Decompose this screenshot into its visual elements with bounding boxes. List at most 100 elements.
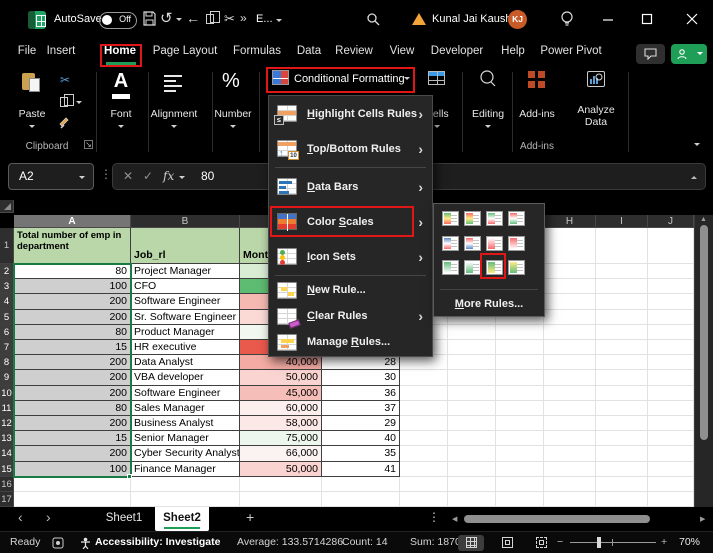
cell[interactable] bbox=[648, 416, 694, 431]
cell-d15[interactable]: 41 bbox=[322, 462, 400, 477]
hscroll-right-icon[interactable]: ▶ bbox=[700, 515, 705, 523]
cell[interactable] bbox=[648, 492, 694, 507]
maximize-button[interactable] bbox=[641, 12, 653, 30]
cell[interactable] bbox=[400, 477, 448, 492]
menu-item-data-bars[interactable]: Data Bars› bbox=[269, 169, 432, 204]
cell-a3[interactable]: 100 bbox=[14, 279, 131, 294]
more-rules-item[interactable]: More Rules... bbox=[434, 298, 544, 310]
save-icon[interactable] bbox=[142, 11, 156, 31]
color-scale-swatch-red-yellow-green[interactable] bbox=[464, 211, 481, 226]
cell-a9[interactable]: 200 bbox=[14, 370, 131, 385]
menu-item-manage-rules[interactable]: Manage Rules... bbox=[269, 329, 432, 355]
cell[interactable] bbox=[400, 401, 448, 416]
cell-b14[interactable]: Cyber Security Analyst bbox=[131, 446, 240, 461]
copy-button[interactable] bbox=[60, 97, 68, 107]
select-all-corner[interactable] bbox=[0, 200, 14, 213]
row-header-4[interactable]: 4 bbox=[0, 294, 14, 309]
color-scale-swatch-white-green[interactable] bbox=[464, 260, 481, 275]
cell[interactable] bbox=[496, 340, 544, 355]
cell[interactable] bbox=[596, 325, 648, 340]
cell[interactable] bbox=[496, 325, 544, 340]
fx-icon[interactable]: fx bbox=[163, 169, 174, 183]
format-painter-button[interactable] bbox=[58, 116, 72, 135]
cell-c8[interactable]: 40,000 bbox=[240, 355, 322, 370]
row-header-9[interactable]: 9 bbox=[0, 370, 14, 385]
cell[interactable] bbox=[648, 386, 694, 401]
cell[interactable] bbox=[648, 228, 694, 264]
row-header-16[interactable]: 16 bbox=[0, 477, 14, 492]
cell[interactable] bbox=[596, 279, 648, 294]
zoom-level[interactable]: 70% bbox=[679, 536, 700, 548]
share-button[interactable] bbox=[671, 44, 707, 64]
cell[interactable] bbox=[496, 401, 544, 416]
cell[interactable] bbox=[496, 462, 544, 477]
cell[interactable] bbox=[131, 477, 240, 492]
cell[interactable] bbox=[596, 264, 648, 279]
warning-icon[interactable] bbox=[412, 13, 426, 25]
row-header-14[interactable]: 14 bbox=[0, 446, 14, 461]
color-scale-swatch-red-white[interactable] bbox=[508, 236, 525, 251]
cell[interactable] bbox=[400, 492, 448, 507]
cell-a13[interactable]: 15 bbox=[14, 431, 131, 446]
cell-a11[interactable]: 80 bbox=[14, 401, 131, 416]
cell[interactable] bbox=[448, 370, 496, 385]
normal-view-button[interactable] bbox=[458, 535, 484, 551]
row-header-2[interactable]: 2 bbox=[0, 264, 14, 279]
color-scale-swatch-red-white-blue[interactable] bbox=[464, 236, 481, 251]
menu-item-color-scales[interactable]: Color Scales› bbox=[269, 204, 432, 239]
cell[interactable] bbox=[648, 462, 694, 477]
undo-caret-icon[interactable] bbox=[176, 18, 182, 24]
cell[interactable] bbox=[14, 477, 131, 492]
cell[interactable] bbox=[322, 492, 400, 507]
cell-a12[interactable]: 200 bbox=[14, 416, 131, 431]
cell[interactable] bbox=[544, 401, 596, 416]
color-scale-swatch-yellow-green[interactable] bbox=[508, 260, 525, 275]
cell[interactable] bbox=[544, 446, 596, 461]
cell-b6[interactable]: Product Manager bbox=[131, 325, 240, 340]
page-layout-view-button[interactable] bbox=[494, 535, 520, 551]
page-break-view-button[interactable] bbox=[528, 535, 554, 551]
cell[interactable] bbox=[448, 431, 496, 446]
cell-b5[interactable]: Sr. Software Engineer bbox=[131, 310, 240, 325]
cell[interactable] bbox=[400, 431, 448, 446]
cell-a2[interactable]: 80 bbox=[14, 264, 131, 279]
column-header-h[interactable]: H bbox=[544, 215, 596, 228]
back-arrow-icon[interactable]: ← bbox=[186, 10, 200, 26]
cell[interactable] bbox=[448, 325, 496, 340]
cell[interactable] bbox=[596, 355, 648, 370]
cell-b3[interactable]: CFO bbox=[131, 279, 240, 294]
excel-logo-icon[interactable] bbox=[28, 11, 46, 29]
accessibility-status[interactable]: Accessibility: Investigate bbox=[95, 536, 220, 548]
cell-c12[interactable]: 58,000 bbox=[240, 416, 322, 431]
cell-d11[interactable]: 37 bbox=[322, 401, 400, 416]
cell[interactable] bbox=[596, 492, 648, 507]
cell-a1[interactable]: Total number of emp in department bbox=[14, 228, 131, 264]
cell[interactable] bbox=[544, 264, 596, 279]
next-sheet-icon[interactable]: › bbox=[46, 509, 51, 525]
ribbon-collapse-icon[interactable] bbox=[694, 143, 700, 149]
cell[interactable] bbox=[496, 492, 544, 507]
cell[interactable] bbox=[544, 370, 596, 385]
tab-overflow-icon[interactable]: ⋮ bbox=[428, 510, 440, 524]
cell[interactable] bbox=[448, 355, 496, 370]
row-header-1[interactable]: 1 bbox=[0, 228, 14, 264]
macro-record-icon[interactable] bbox=[52, 537, 64, 552]
cell[interactable] bbox=[544, 462, 596, 477]
scroll-up-icon[interactable]: ▲ bbox=[700, 216, 707, 223]
cell-b8[interactable]: Data Analyst bbox=[131, 355, 240, 370]
formula-bar-collapse-icon[interactable] bbox=[691, 170, 697, 181]
row-header-12[interactable]: 12 bbox=[0, 416, 14, 431]
cell[interactable] bbox=[448, 386, 496, 401]
cell[interactable] bbox=[648, 294, 694, 309]
cell[interactable] bbox=[596, 431, 648, 446]
cell[interactable] bbox=[496, 416, 544, 431]
cell-d10[interactable]: 36 bbox=[322, 386, 400, 401]
color-scale-swatch-green-yellow-red[interactable] bbox=[442, 211, 459, 226]
cell[interactable] bbox=[648, 325, 694, 340]
cell[interactable] bbox=[448, 462, 496, 477]
cell[interactable] bbox=[648, 355, 694, 370]
clipboard-dialog-launcher[interactable]: ↘ bbox=[84, 140, 93, 149]
cell[interactable] bbox=[400, 386, 448, 401]
row-header-15[interactable]: 15 bbox=[0, 462, 14, 477]
cell-a8[interactable]: 200 bbox=[14, 355, 131, 370]
